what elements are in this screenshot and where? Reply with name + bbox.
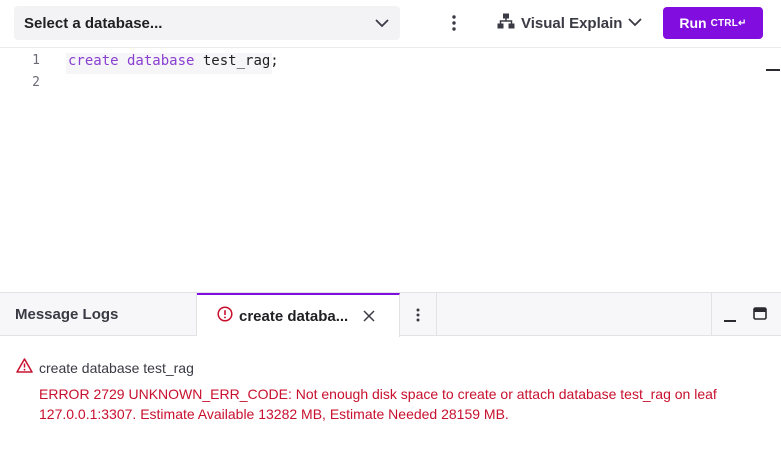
chevron-down-icon [628,14,643,32]
sql-identifier: test_rag; [194,53,279,69]
database-select-label: Select a database... [24,14,163,32]
tab-query-result[interactable]: create databa... [197,293,400,337]
maximize-icon[interactable] [752,306,768,322]
alert-circle-icon [217,305,233,327]
line-number: 1 [32,53,40,68]
tab-label: Message Logs [15,306,119,323]
database-select[interactable]: Select a database... [14,6,400,40]
tab-message-logs[interactable]: Message Logs [0,293,197,336]
hierarchy-icon [497,13,515,34]
editor-toolbar: Select a database... Visual Explain Run … [0,0,781,48]
log-entry-header: create database test_rag [16,358,194,378]
close-icon[interactable] [361,308,377,324]
panel-actions [711,293,781,336]
message-log-area: create database test_rag ERROR 2729 UNKN… [0,337,781,458]
run-button-label: Run [679,15,707,31]
tab-more-options-icon[interactable] [400,293,437,336]
line-number: 2 [32,75,40,90]
visual-explain-label: Visual Explain [521,14,623,32]
results-panel: Message Logs create databa... create dat… [0,292,781,458]
sql-editor[interactable]: 1 2 create database test_rag; [0,49,781,292]
warning-triangle-icon [16,358,33,378]
visual-explain-button[interactable]: Visual Explain [497,8,643,38]
code-line[interactable]: create database test_rag; [68,53,279,69]
more-options-icon[interactable] [446,12,462,34]
line-number-gutter: 1 2 [0,49,56,292]
log-error-message: ERROR 2729 UNKNOWN_ERR_CODE: Not enough … [39,386,717,422]
run-button[interactable]: Run CTRL↵ [663,7,763,39]
log-query-text: create database test_rag [39,360,194,376]
panel-tab-bar: Message Logs create databa... [0,293,781,337]
tab-label: create databa... [239,307,349,325]
scrollbar-marker[interactable] [766,69,780,71]
chevron-down-icon [374,15,390,31]
minimize-icon[interactable] [721,307,739,325]
sql-keyword: create database [68,53,195,69]
run-shortcut-label: CTRL↵ [710,17,747,29]
